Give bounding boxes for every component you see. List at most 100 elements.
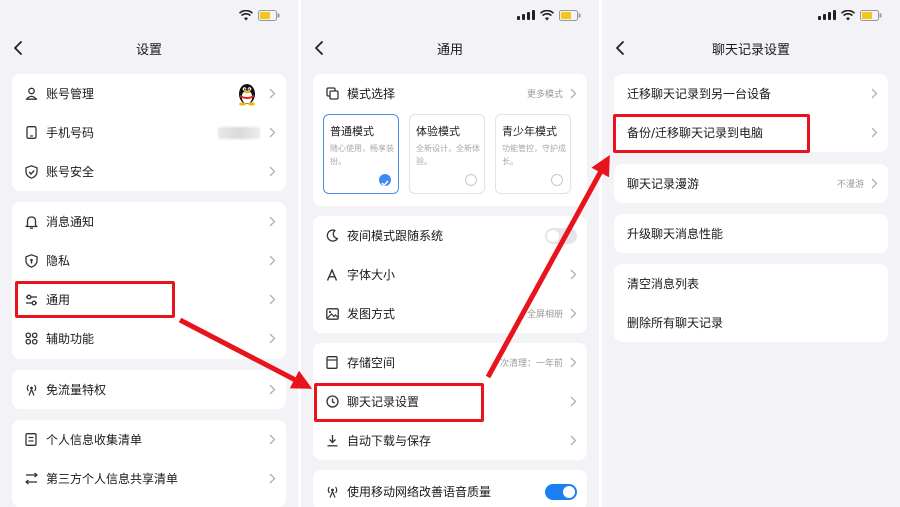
clear-card: 清空消息列表 删除所有聊天记录 bbox=[614, 264, 888, 342]
more-modes-link[interactable]: 更多模式 bbox=[527, 87, 563, 100]
mode-title: 体验模式 bbox=[416, 125, 460, 138]
privacy-shield-icon bbox=[24, 253, 38, 268]
row-notifications[interactable]: 消息通知 bbox=[12, 202, 286, 241]
row-privacy[interactable]: 隐私 bbox=[12, 241, 286, 280]
roaming-value: 不漫游 bbox=[836, 180, 864, 190]
row-phone-number[interactable]: 手机号码 bbox=[12, 113, 286, 152]
moon-icon bbox=[325, 229, 339, 243]
row-label: 通用 bbox=[46, 293, 71, 307]
row-night-mode[interactable]: 夜间模式跟随系统 bbox=[313, 216, 587, 255]
battery-icon bbox=[559, 9, 581, 21]
row-chat-record-settings[interactable]: 聊天记录设置 bbox=[313, 382, 587, 421]
phone-icon bbox=[24, 126, 38, 140]
row-label: 消息通知 bbox=[46, 215, 95, 229]
radio-unchecked-icon bbox=[465, 174, 477, 186]
row-upgrade-performance[interactable]: 升级聊天消息性能 bbox=[614, 214, 888, 253]
grid-dots-icon bbox=[24, 332, 38, 346]
row-label: 使用移动网络改善语音质量 bbox=[347, 485, 492, 499]
row-accessibility[interactable]: 辅助功能 bbox=[12, 319, 286, 358]
chevron-right-icon bbox=[269, 294, 276, 305]
row-personal-info-list[interactable]: 个人信息收集清单 bbox=[12, 420, 286, 459]
mode-desc: 随心使用，畅享装扮。 bbox=[330, 144, 394, 166]
row-mode-select[interactable]: 模式选择 更多模式 bbox=[313, 74, 587, 113]
row-account-management[interactable]: 账号管理 bbox=[12, 74, 286, 113]
upgrade-card: 升级聊天消息性能 bbox=[614, 214, 888, 253]
row-roaming[interactable]: 聊天记录漫游 不漫游 bbox=[614, 164, 888, 203]
battery-icon bbox=[860, 9, 882, 21]
row-auto-download[interactable]: 自动下载与保存 bbox=[313, 421, 587, 460]
roaming-card: 聊天记录漫游 不漫游 bbox=[614, 164, 888, 203]
chevron-right-icon bbox=[871, 88, 878, 99]
row-label: 存储空间 bbox=[347, 356, 396, 370]
chevron-right-icon bbox=[570, 88, 577, 99]
row-label: 夜间模式跟随系统 bbox=[347, 229, 444, 243]
shield-check-icon bbox=[24, 164, 38, 179]
row-label: 辅助功能 bbox=[46, 332, 95, 346]
mode-title: 普通模式 bbox=[330, 125, 374, 138]
row-free-data[interactable]: 免流量特权 bbox=[12, 370, 286, 409]
chevron-right-icon bbox=[269, 166, 276, 177]
battery-icon bbox=[258, 9, 280, 21]
mode-desc: 功能管控，守护成长。 bbox=[502, 144, 566, 166]
row-third-party-share-list[interactable]: 第三方个人信息共享清单 bbox=[12, 459, 286, 498]
row-delete-all-records[interactable]: 删除所有聊天记录 bbox=[614, 303, 888, 342]
chat-record-settings-screen: 聊天记录设置 迁移聊天记录到另一台设备 备份/迁移聊天记录到电脑 聊天记录漫游 … bbox=[602, 0, 900, 507]
row-label: 删除所有聊天记录 bbox=[627, 316, 724, 330]
photo-mode-value: 全屏相册 bbox=[526, 310, 563, 320]
row-label: 账号管理 bbox=[46, 87, 95, 101]
signal-tower-icon bbox=[24, 383, 38, 397]
image-icon bbox=[325, 307, 339, 321]
status-bar bbox=[517, 8, 581, 22]
wifi-icon bbox=[239, 9, 253, 21]
chevron-right-icon bbox=[269, 434, 276, 445]
chevron-right-icon bbox=[269, 216, 276, 227]
signal-icon bbox=[818, 10, 836, 20]
chevron-right-icon bbox=[269, 255, 276, 266]
row-migrate-device[interactable]: 迁移聊天记录到另一台设备 bbox=[614, 74, 888, 113]
mode-card-experience[interactable]: 体验模式 全新设计，全新体验。 bbox=[409, 114, 485, 194]
night-mode-toggle[interactable] bbox=[545, 228, 577, 244]
row-photo-mode[interactable]: 发图方式 全屏相册 bbox=[313, 294, 587, 333]
row-font-size[interactable]: 字体大小 bbox=[313, 255, 587, 294]
chevron-right-icon bbox=[570, 308, 577, 319]
document-list-icon bbox=[24, 433, 38, 447]
mode-switch-icon bbox=[325, 87, 339, 101]
row-backup-to-pc[interactable]: 备份/迁移聊天记录到电脑 bbox=[614, 113, 888, 152]
chevron-right-icon bbox=[570, 269, 577, 280]
mode-card-normal[interactable]: 普通模式 随心使用，畅享装扮。 bbox=[323, 114, 399, 194]
signal-tower-icon bbox=[325, 485, 339, 499]
chevron-right-icon bbox=[871, 178, 878, 189]
row-label: 聊天记录漫游 bbox=[627, 177, 700, 191]
mode-card-teen[interactable]: 青少年模式 功能管控，守护成长。 bbox=[495, 114, 571, 194]
wifi-icon bbox=[540, 9, 554, 21]
row-storage[interactable]: 存储空间 次清理：一年前 bbox=[313, 343, 587, 382]
person-icon bbox=[24, 87, 38, 101]
row-voice-quality[interactable]: 使用移动网络改善语音质量 bbox=[313, 472, 587, 507]
row-general[interactable]: 通用 bbox=[12, 280, 286, 319]
row-label: 发图方式 bbox=[347, 307, 396, 321]
general-screen: 通用 模式选择 更多模式 普通模式 随心使用，畅享装扮。 体验模式 全新设计，全… bbox=[301, 0, 599, 507]
display-card: 夜间模式跟随系统 字体大小 发图方式 全屏相册 bbox=[313, 216, 587, 333]
account-card: 账号管理 手机号码 账号安全 bbox=[12, 74, 286, 191]
chevron-right-icon bbox=[269, 127, 276, 138]
page-title: 通用 bbox=[436, 43, 463, 58]
storage-card: 存储空间 次清理：一年前 聊天记录设置 自动下载与保存 bbox=[313, 343, 587, 460]
row-label: 免流量特权 bbox=[46, 383, 107, 397]
bell-icon bbox=[24, 215, 38, 229]
privacy-list-card: 个人信息收集清单 第三方个人信息共享清单 bbox=[12, 420, 286, 507]
sliders-icon bbox=[24, 293, 38, 307]
data-free-card: 免流量特权 bbox=[12, 370, 286, 409]
chevron-right-icon bbox=[269, 473, 276, 484]
signal-icon bbox=[517, 10, 535, 20]
row-label: 自动下载与保存 bbox=[347, 434, 432, 448]
row-label: 第三方个人信息共享清单 bbox=[46, 472, 179, 486]
voice-quality-toggle[interactable] bbox=[545, 484, 577, 500]
download-icon bbox=[325, 434, 339, 448]
row-label: 备份/迁移聊天记录到电脑 bbox=[627, 126, 764, 140]
row-label: 隐私 bbox=[46, 254, 71, 268]
row-account-security[interactable]: 账号安全 bbox=[12, 152, 286, 191]
row-clear-message-list[interactable]: 清空消息列表 bbox=[614, 264, 888, 303]
mode-select-card: 模式选择 更多模式 普通模式 随心使用，畅享装扮。 体验模式 全新设计，全新体验… bbox=[313, 74, 587, 206]
voice-quality-card: 使用移动网络改善语音质量 bbox=[313, 470, 587, 507]
page-title: 聊天记录设置 bbox=[711, 43, 790, 58]
